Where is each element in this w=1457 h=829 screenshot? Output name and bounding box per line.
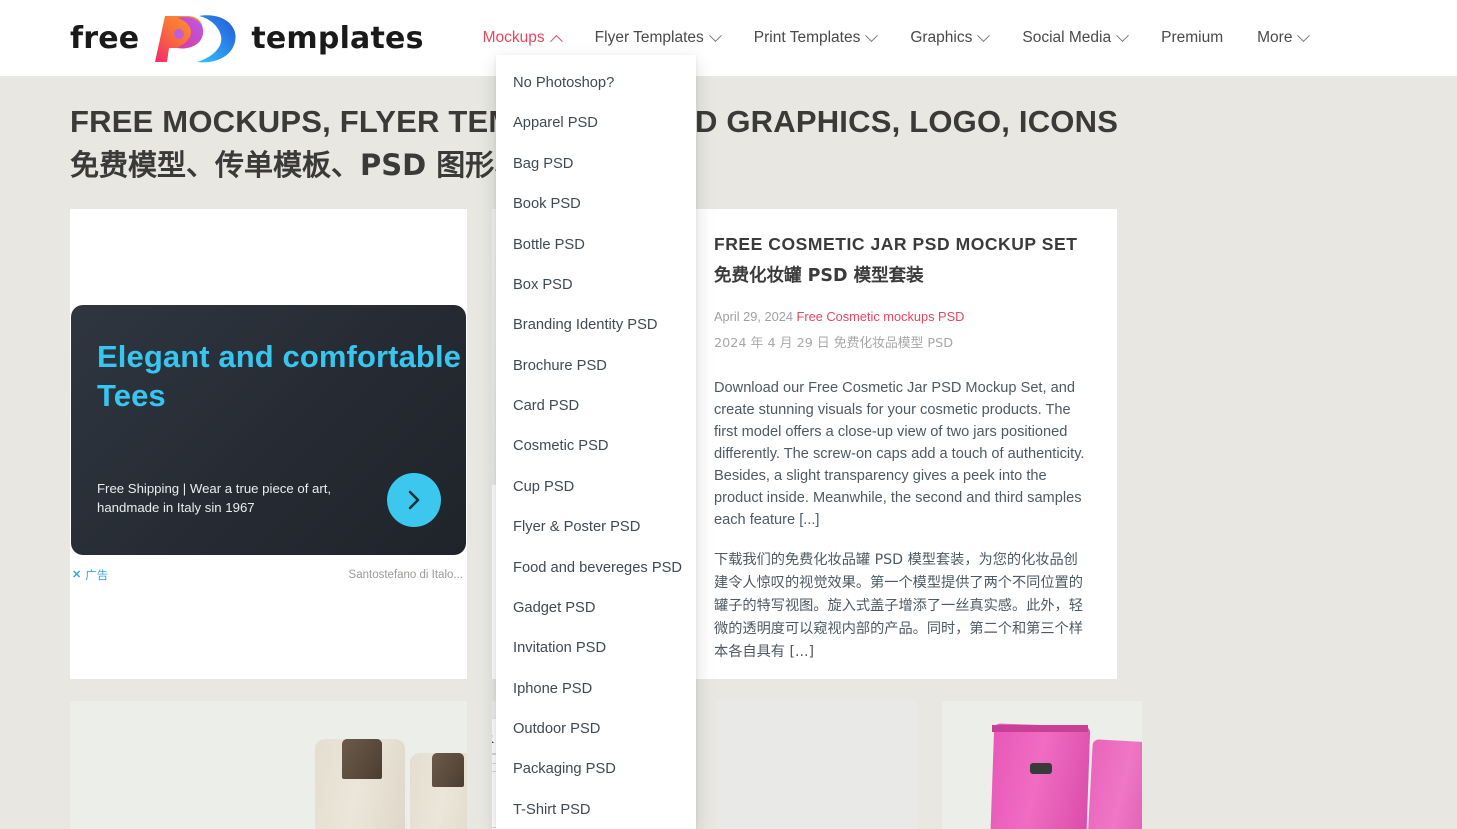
dropdown-item-13[interactable]: Gadget PSD xyxy=(496,588,696,628)
dropdown-item-17[interactable]: Packaging PSD xyxy=(496,749,696,789)
post-meta-cn: 2024 年 4 月 29 日 免费化妆品模型 PSD xyxy=(714,332,1091,351)
post-excerpt-cn: 下载我们的免费化妆品罐 PSD 模型套装，为您的化妆品创建令人惊叹的视觉效果。第… xyxy=(714,549,1091,664)
tube-1 xyxy=(990,723,1090,829)
post-title-en[interactable]: FREE COSMETIC JAR PSD MOCKUP SET xyxy=(714,233,1091,256)
dropdown-item-7[interactable]: Brochure PSD xyxy=(496,346,696,386)
dropdown-item-5[interactable]: Box PSD xyxy=(496,265,696,305)
dropdown-item-15[interactable]: Iphone PSD xyxy=(496,669,696,709)
page-title-en: FREE MOCKUPS, FLYER TEMPLATES, PSD GRAPH… xyxy=(70,102,1457,142)
ad-container: Elegant and comfortable Tees Free Shippi… xyxy=(70,305,467,563)
content-row-2: FREE FREE FREE RSON xyxy=(70,701,1387,829)
dropdown-item-18[interactable]: T-Shirt PSD xyxy=(496,790,696,829)
dropdown-item-3[interactable]: Book PSD xyxy=(496,184,696,224)
post-date: April 29, 2024 xyxy=(714,309,793,324)
nav-item-more[interactable]: More xyxy=(1240,19,1325,57)
post-body: FREE COSMETIC JAR PSD MOCKUP SET 免费化妆罐 P… xyxy=(692,209,1117,679)
tube-crimp-1 xyxy=(992,725,1088,732)
bottle-cap-1 xyxy=(342,739,382,779)
dropdown-item-4[interactable]: Bottle PSD xyxy=(496,225,696,265)
dropdown-item-0[interactable]: No Photoshop? xyxy=(496,63,696,103)
page-title-cn: 免费模型、传单模板、PSD 图形、徽标、图标 xyxy=(70,146,1457,185)
dropdown-item-6[interactable]: Branding Identity PSD xyxy=(496,305,696,345)
page-title: FREE MOCKUPS, FLYER TEMPLATES, PSD GRAPH… xyxy=(70,102,1457,185)
dropdown-item-9[interactable]: Cosmetic PSD xyxy=(496,426,696,466)
nav-label: More xyxy=(1257,29,1292,47)
tube-image xyxy=(942,701,1142,829)
chevron-down-icon xyxy=(1298,29,1311,42)
post-category-link[interactable]: Free Cosmetic mockups PSD xyxy=(797,309,965,324)
bottle-cap-2 xyxy=(432,753,464,787)
post-excerpt-en: Download our Free Cosmetic Jar PSD Mocku… xyxy=(714,377,1091,531)
mockups-dropdown-menu: No Photoshop? Apparel PSD Bag PSD Book P… xyxy=(496,55,696,829)
tube-logo-1 xyxy=(1030,763,1052,774)
ad-card: Elegant and comfortable Tees Free Shippi… xyxy=(70,209,467,679)
page-content: FREE MOCKUPS, FLYER TEMPLATES, PSD GRAPH… xyxy=(0,76,1457,829)
nav-label: Graphics xyxy=(910,29,972,47)
ad-close-label: 广告 xyxy=(85,567,108,583)
nav-label: Social Media xyxy=(1022,29,1111,47)
chevron-down-icon xyxy=(865,29,878,42)
close-icon: ✕ xyxy=(72,568,81,581)
ad-banner[interactable]: Elegant and comfortable Tees Free Shippi… xyxy=(71,305,466,555)
chevron-down-icon xyxy=(1116,29,1129,42)
post-card-tube[interactable] xyxy=(942,701,1142,829)
post-card-blank[interactable] xyxy=(717,701,917,829)
nav-label: Print Templates xyxy=(754,29,861,47)
site-header: free template xyxy=(0,0,1457,76)
dropdown-item-1[interactable]: Apparel PSD xyxy=(496,103,696,143)
nav-item-print-templates[interactable]: Print Templates xyxy=(737,19,894,57)
nav-item-mockups[interactable]: Mockups xyxy=(466,19,578,57)
nav-item-graphics[interactable]: Graphics xyxy=(893,19,1005,57)
dropdown-item-10[interactable]: Cup PSD xyxy=(496,467,696,507)
main-navigation: Mockups Flyer Templates Print Templates … xyxy=(466,19,1326,57)
ad-advertiser-link[interactable]: Santostefano di Italo... xyxy=(349,569,463,581)
dropdown-item-16[interactable]: Outdoor PSD xyxy=(496,709,696,749)
post-meta-en: April 29, 2024 Free Cosmetic mockups PSD xyxy=(714,309,1091,324)
nav-item-social-media[interactable]: Social Media xyxy=(1005,19,1144,57)
chevron-down-icon xyxy=(978,29,991,42)
chevron-down-icon xyxy=(709,29,722,42)
nav-item-premium[interactable]: Premium xyxy=(1144,19,1240,57)
blank-image xyxy=(717,701,917,829)
nav-label: Flyer Templates xyxy=(595,29,704,47)
post-card-bottles[interactable]: FREE FREE FREE xyxy=(70,701,467,829)
dropdown-item-11[interactable]: Flyer & Poster PSD xyxy=(496,507,696,547)
site-logo[interactable]: free template xyxy=(70,10,424,66)
ad-subtitle: Free Shipping | Wear a true piece of art… xyxy=(97,479,347,517)
dropdown-item-14[interactable]: Invitation PSD xyxy=(496,628,696,668)
dropdown-item-12[interactable]: Food and bevereges PSD xyxy=(496,548,696,588)
logo-text-free: free xyxy=(70,21,139,56)
nav-item-flyer-templates[interactable]: Flyer Templates xyxy=(578,19,737,57)
content-row-1: Elegant and comfortable Tees Free Shippi… xyxy=(70,209,1387,679)
nav-label: Premium xyxy=(1161,29,1223,47)
bottles-image: FREE FREE FREE xyxy=(70,701,467,829)
chevron-up-icon xyxy=(550,34,563,47)
psd-logo-icon xyxy=(147,10,243,66)
ad-close-button[interactable]: ✕ 广告 xyxy=(72,567,108,583)
ad-next-button[interactable] xyxy=(387,473,441,527)
logo-text-templates: templates xyxy=(251,21,423,56)
dropdown-item-8[interactable]: Card PSD xyxy=(496,386,696,426)
post-title-cn[interactable]: 免费化妆罐 PSD 模型套装 xyxy=(714,262,1091,287)
ad-title: Elegant and comfortable Tees xyxy=(97,337,466,416)
chevron-right-icon xyxy=(403,489,425,511)
ad-footer: ✕ 广告 Santostefano di Italo... xyxy=(72,567,463,583)
tube-2 xyxy=(1087,739,1142,829)
dropdown-item-2[interactable]: Bag PSD xyxy=(496,144,696,184)
nav-label: Mockups xyxy=(483,29,545,47)
